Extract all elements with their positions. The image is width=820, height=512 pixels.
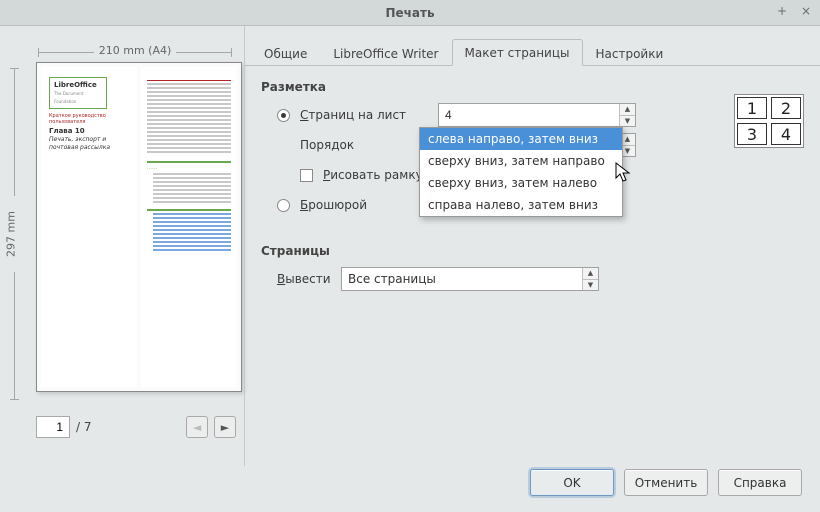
- maximize-icon[interactable]: +: [774, 3, 790, 19]
- dialog-buttons: OK Отменить Справка: [530, 469, 802, 496]
- spin-down-icon[interactable]: ▼: [620, 116, 635, 127]
- page-preview: LibreOffice The Document Foundation Крат…: [36, 62, 242, 392]
- order-option-3[interactable]: справа налево, затем вниз: [420, 194, 622, 216]
- combo-down-icon[interactable]: ▼: [583, 280, 598, 291]
- preview-pane: 210 mm (A4) 297 mm LibreOffice The Docum…: [0, 26, 244, 466]
- dimension-width: 210 mm (A4): [38, 44, 232, 60]
- output-combo[interactable]: Все страницы ▲▼: [341, 267, 599, 291]
- pages-per-sheet-label: Страниц на лист: [300, 108, 428, 122]
- help-button[interactable]: Справка: [718, 469, 802, 496]
- close-icon[interactable]: ×: [798, 3, 814, 19]
- order-option-0[interactable]: слева направо, затем вниз: [420, 128, 622, 150]
- output-label: Вывести: [277, 272, 331, 286]
- section-layout-title: Разметка: [261, 80, 804, 94]
- order-label: Порядок: [300, 138, 428, 152]
- draw-border-label: Рисовать рамку в: [323, 168, 434, 182]
- draw-border-checkbox[interactable]: [300, 169, 313, 182]
- libreoffice-logo: LibreOffice The Document Foundation: [49, 77, 107, 109]
- tab-page-layout[interactable]: Макет страницы: [452, 39, 583, 66]
- print-dialog: 210 mm (A4) 297 mm LibreOffice The Docum…: [0, 26, 820, 512]
- pages-per-sheet-input[interactable]: [439, 108, 619, 122]
- tabs-pane: Общие LibreOffice Writer Макет страницы …: [244, 26, 820, 466]
- preview-pager: / 7 ◄ ►: [36, 416, 236, 438]
- pages-per-sheet-spin[interactable]: ▲▼: [438, 103, 636, 127]
- order-dropdown[interactable]: ▲▼ слева направо, затем вниз сверху вниз…: [419, 127, 623, 217]
- section-pages-title: Страницы: [261, 244, 804, 258]
- next-page-button[interactable]: ►: [214, 416, 236, 438]
- prev-page-button[interactable]: ◄: [186, 416, 208, 438]
- tab-writer[interactable]: LibreOffice Writer: [320, 40, 451, 66]
- chevron-right-icon: ►: [221, 421, 229, 434]
- order-option-2[interactable]: сверху вниз, затем налево: [420, 172, 622, 194]
- preview-page-2: ……: [141, 67, 237, 387]
- radio-brochure[interactable]: [277, 199, 290, 212]
- window-title: Печать: [385, 6, 434, 20]
- tab-general[interactable]: Общие: [251, 40, 320, 66]
- cancel-button[interactable]: Отменить: [624, 469, 708, 496]
- radio-pages-per-sheet[interactable]: [277, 109, 290, 122]
- dimension-height: 297 mm: [6, 68, 22, 400]
- window-titlebar: Печать + ×: [0, 0, 820, 26]
- page-total-label: / 7: [76, 420, 92, 434]
- tab-options[interactable]: Настройки: [583, 40, 677, 66]
- tab-strip: Общие LibreOffice Writer Макет страницы …: [245, 36, 820, 66]
- order-option-1[interactable]: сверху вниз, затем направо: [420, 150, 622, 172]
- brochure-label: Брошюрой: [300, 198, 367, 212]
- page-number-input[interactable]: [36, 416, 70, 438]
- order-grid-preview: 1 2 3 4: [734, 94, 804, 148]
- combo-up-icon[interactable]: ▲: [583, 268, 598, 280]
- ok-button[interactable]: OK: [530, 469, 614, 496]
- spin-up-icon[interactable]: ▲: [620, 104, 635, 116]
- preview-page-1: LibreOffice The Document Foundation Крат…: [41, 67, 137, 387]
- chevron-left-icon: ◄: [193, 421, 201, 434]
